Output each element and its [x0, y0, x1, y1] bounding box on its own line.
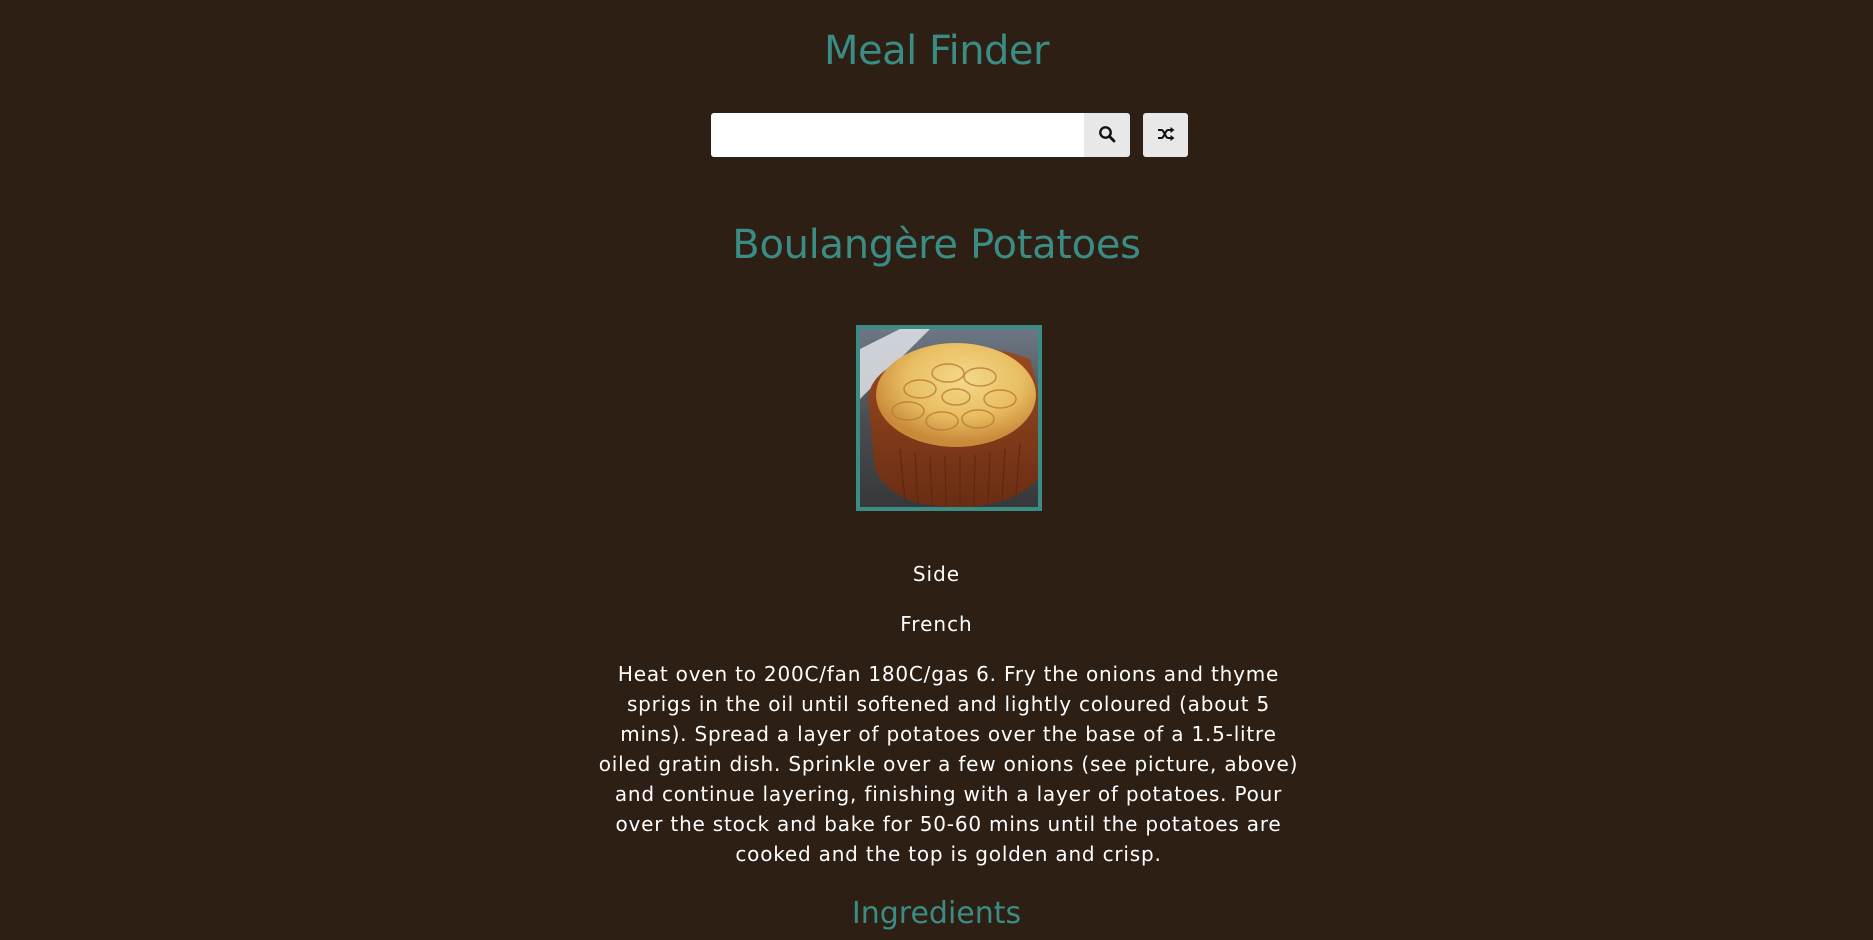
search-bar	[711, 113, 1188, 157]
meal-instructions: Heat oven to 200C/fan 180C/gas 6. Fry th…	[598, 662, 1299, 866]
meal-category: Side	[912, 562, 961, 586]
meal-finder-page: Meal Finder Boulangère Potatoes Side Fre…	[0, 0, 1873, 940]
app-title: Meal Finder	[824, 28, 1049, 74]
meal-image[interactable]	[856, 325, 1042, 511]
random-meal-button[interactable]	[1143, 113, 1188, 157]
search-icon	[1098, 125, 1116, 146]
shuffle-icon	[1157, 126, 1175, 145]
meal-area: French	[900, 612, 973, 636]
meal-title: Boulangère Potatoes	[732, 222, 1141, 268]
ingredients-heading: Ingredients	[851, 896, 1022, 931]
search-input[interactable]	[711, 113, 1084, 157]
search-button[interactable]	[1084, 113, 1130, 157]
